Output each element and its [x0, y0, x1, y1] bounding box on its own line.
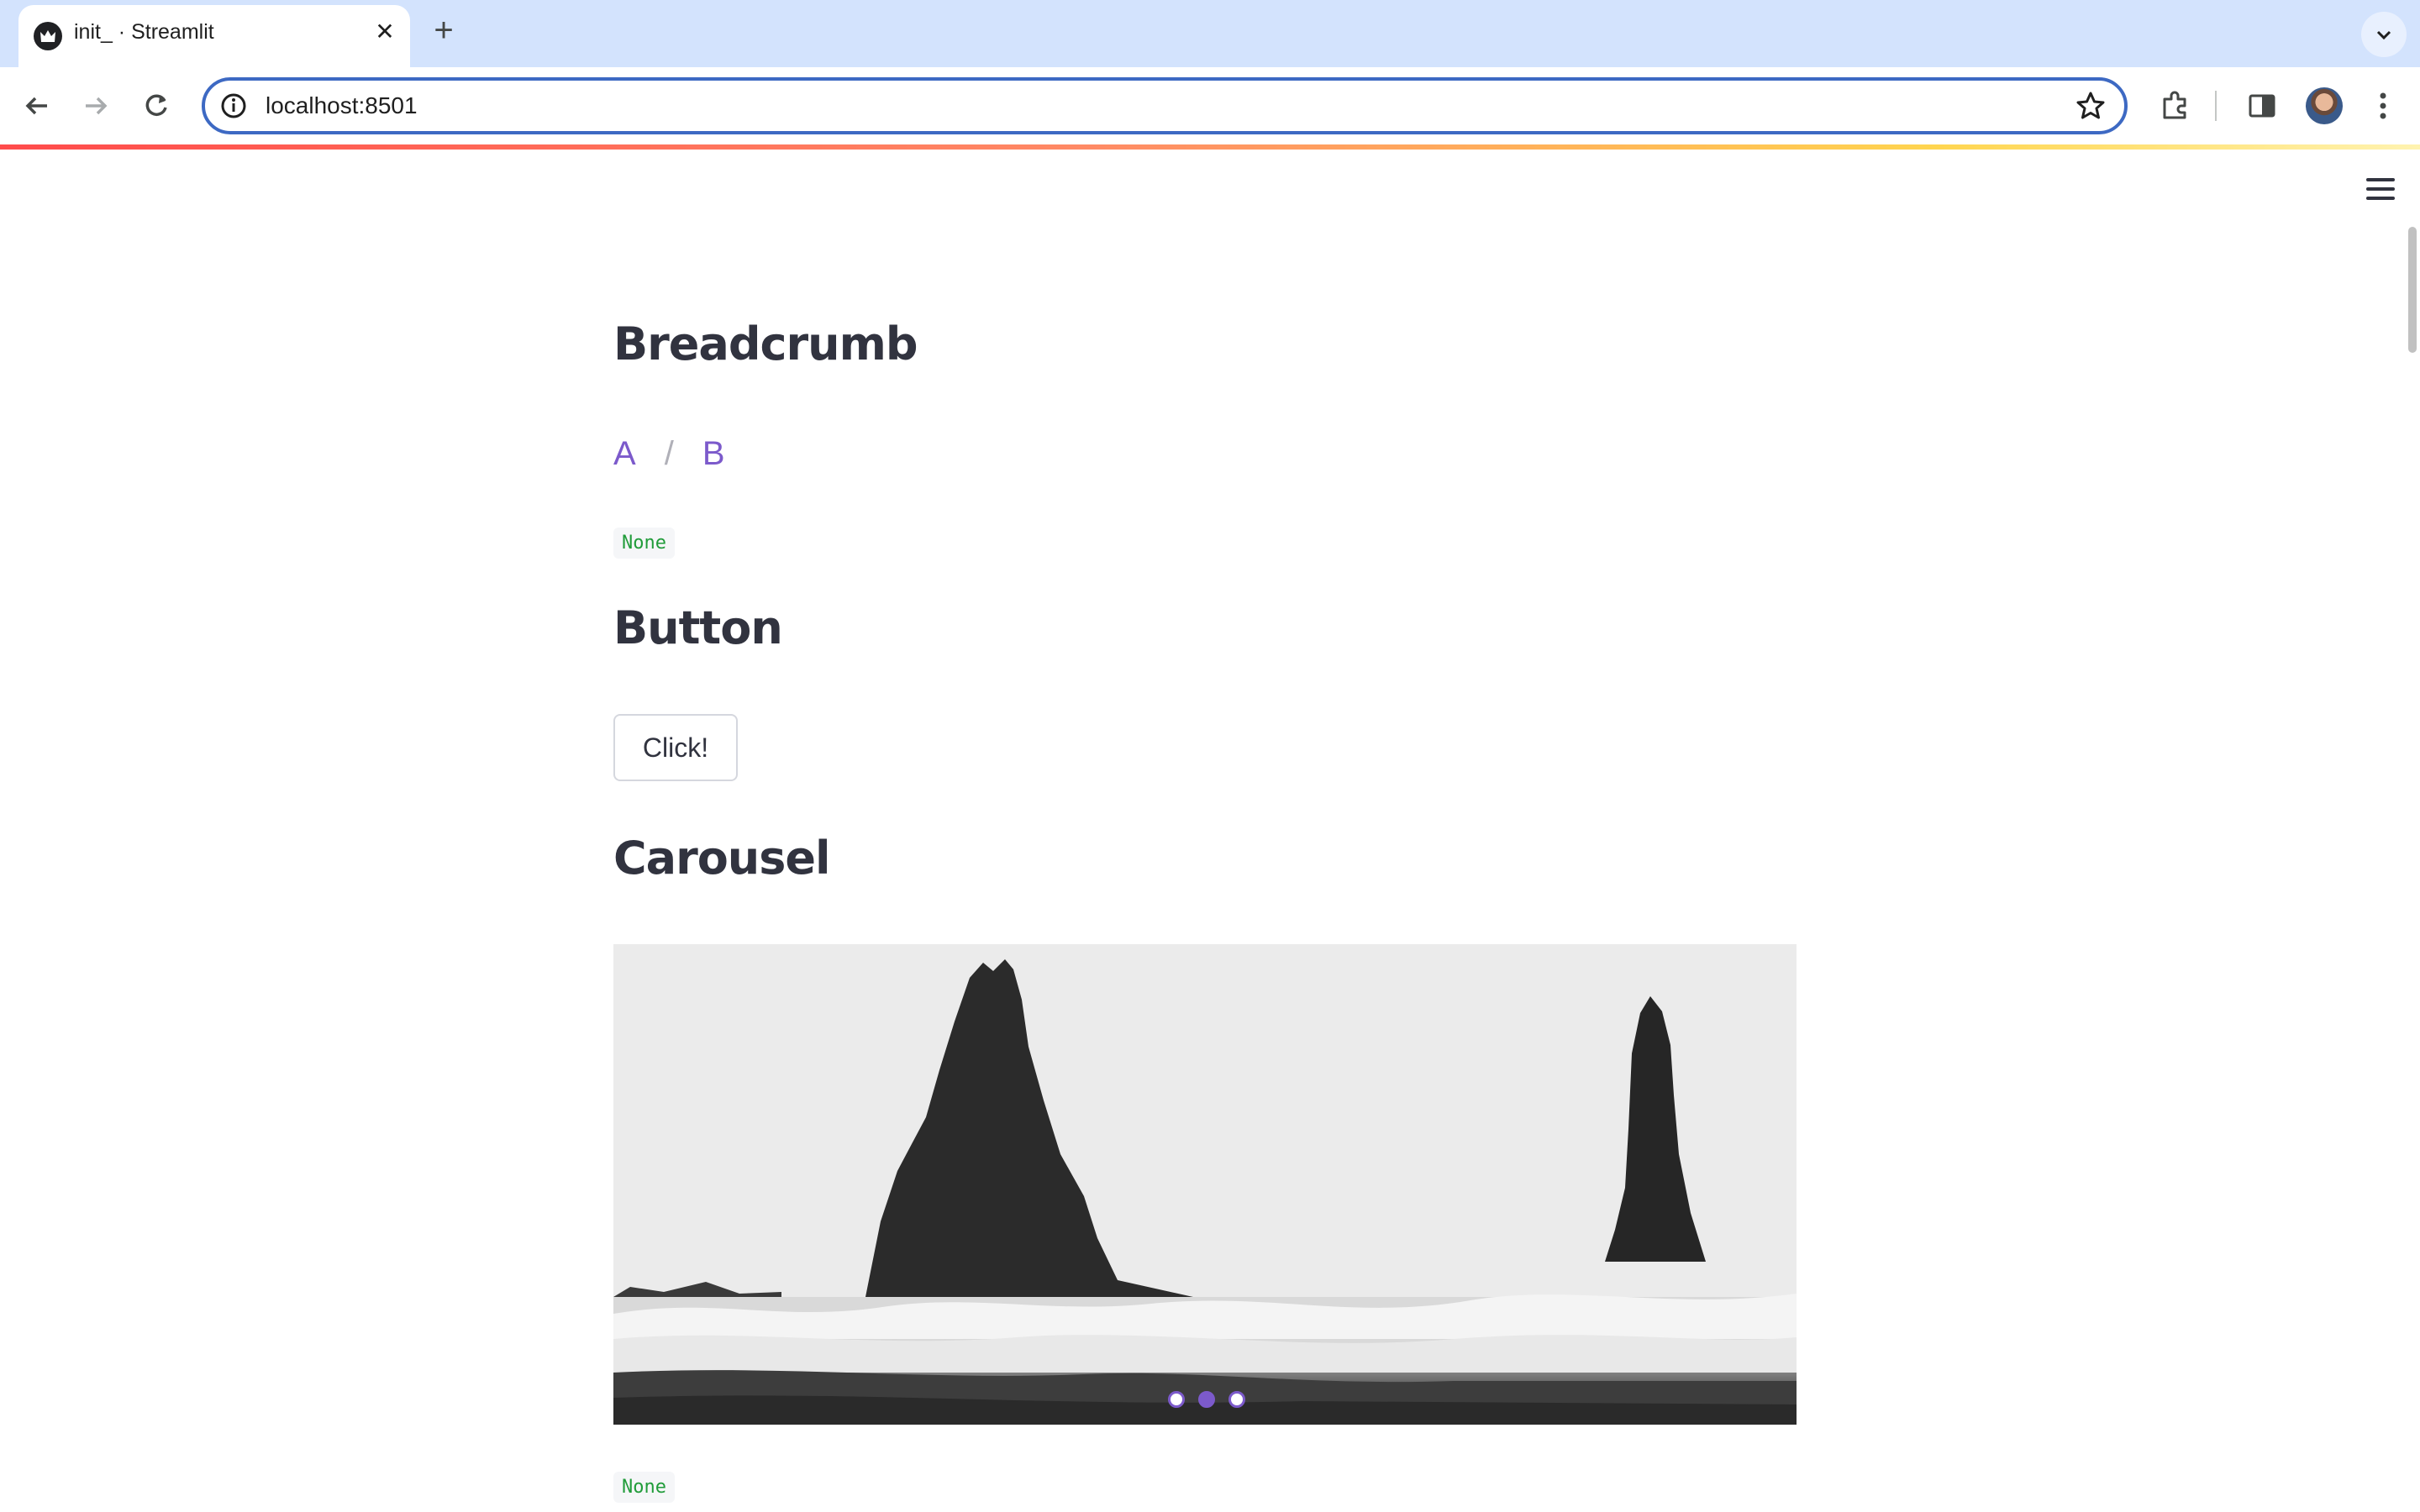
reload-icon[interactable]: [139, 89, 173, 123]
tab-title: init_ · Streamlit: [74, 20, 214, 44]
browser-tab[interactable]: init_ · Streamlit ✕: [18, 5, 410, 67]
breadcrumb-separator: /: [664, 435, 674, 472]
bookmark-star-icon[interactable]: [2074, 89, 2107, 123]
main-menu-icon[interactable]: [2366, 178, 2395, 206]
tab-strip: init_ · Streamlit ✕ +: [0, 0, 2420, 67]
forward-icon[interactable]: [79, 89, 113, 123]
url-text: localhost:8501: [266, 92, 418, 118]
info-icon[interactable]: [218, 91, 249, 121]
address-bar[interactable]: localhost:8501: [202, 77, 2128, 134]
scrollbar[interactable]: [2405, 225, 2418, 1512]
carousel-dot-1[interactable]: [1168, 1391, 1185, 1408]
carousel-output: None: [613, 1472, 675, 1503]
carousel-indicators: [1168, 1391, 1245, 1408]
carousel[interactable]: [613, 944, 1797, 1425]
breadcrumb-heading: Breadcrumb: [613, 318, 918, 370]
new-tab-icon[interactable]: +: [429, 13, 459, 47]
tab-search-icon[interactable]: [2361, 12, 2407, 57]
kebab-menu-icon[interactable]: [2366, 87, 2400, 124]
profile-avatar[interactable]: [2306, 87, 2343, 124]
back-icon[interactable]: [20, 89, 54, 123]
breadcrumb-item-b[interactable]: B: [702, 435, 725, 472]
streamlit-favicon-icon: [34, 22, 62, 50]
toolbar-divider: [2215, 91, 2217, 121]
breadcrumb-output: None: [613, 528, 675, 559]
carousel-dot-2[interactable]: [1198, 1391, 1215, 1408]
close-tab-icon[interactable]: ✕: [371, 18, 398, 45]
carousel-dot-3[interactable]: [1228, 1391, 1245, 1408]
click-button[interactable]: Click!: [613, 714, 738, 781]
carousel-image-sea-stacks: [613, 944, 1797, 1425]
button-heading: Button: [613, 601, 783, 654]
scrollbar-thumb[interactable]: [2408, 227, 2417, 353]
breadcrumb-item-a[interactable]: A: [613, 435, 636, 472]
extensions-puzzle-icon[interactable]: [2156, 87, 2193, 124]
breadcrumb: A / B: [613, 435, 725, 473]
streamlit-app: Breadcrumb A / B None Button Click! Carous…: [0, 150, 2420, 1512]
carousel-heading: Carousel: [613, 832, 831, 885]
side-panel-icon[interactable]: [2244, 87, 2281, 124]
